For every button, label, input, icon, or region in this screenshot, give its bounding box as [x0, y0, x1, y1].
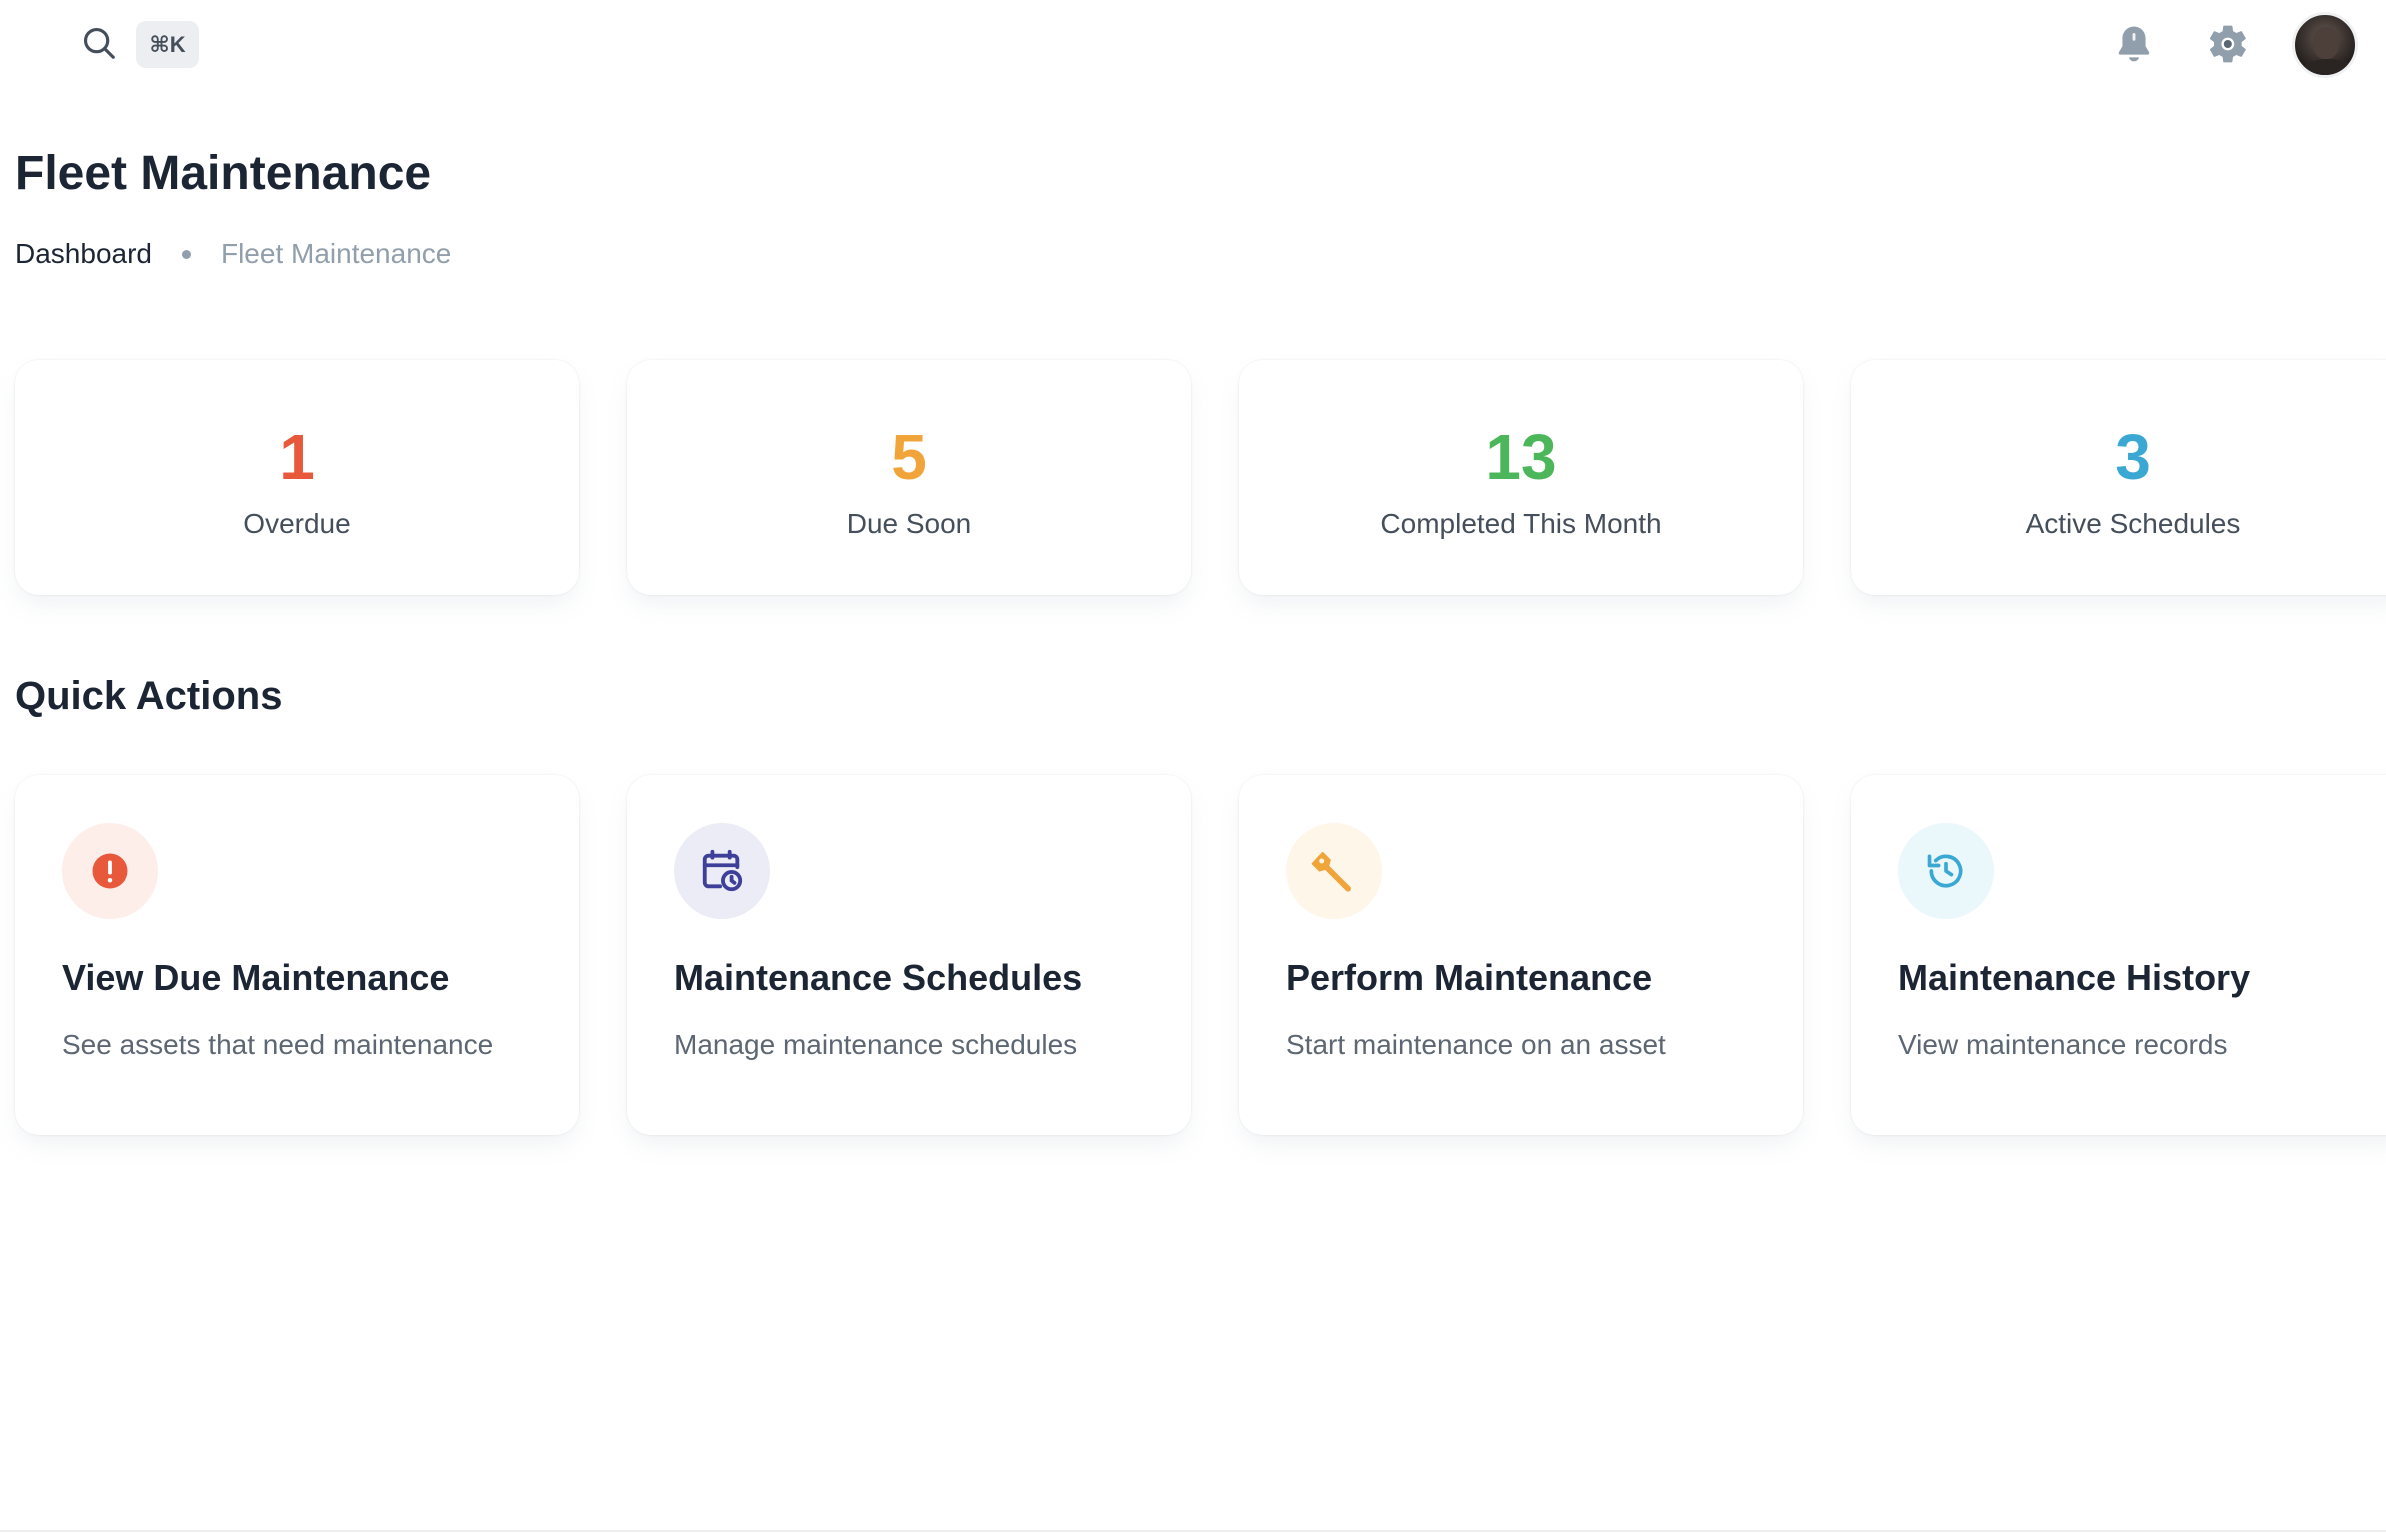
stat-label: Due Soon	[846, 508, 972, 539]
calendar-clock-icon	[702, 849, 743, 892]
stat-card-completed: 13 Completed This Month	[1239, 360, 1803, 595]
action-title: Perform Maintenance	[1286, 957, 1653, 998]
gear-icon[interactable]	[2206, 22, 2250, 66]
stat-label: Overdue	[243, 508, 351, 539]
stat-label: Active Schedules	[2025, 508, 2241, 539]
page-title: Fleet Maintenance	[15, 147, 432, 200]
section-title-quick-actions: Quick Actions	[15, 674, 283, 718]
stat-label: Completed This Month	[1380, 508, 1662, 539]
avatar-face	[2313, 27, 2339, 59]
action-card-maintenance-schedules[interactable]: Maintenance Schedules Manage maintenance…	[627, 775, 1191, 1135]
stat-card-active-schedules: 3 Active Schedules	[1851, 360, 2386, 595]
history-icon	[1927, 854, 1963, 888]
stat-value: 1	[279, 421, 315, 493]
action-icon-container	[1286, 823, 1382, 919]
search-icon[interactable]	[80, 24, 118, 62]
bell-icon[interactable]	[2112, 22, 2156, 66]
action-description: Manage maintenance schedules	[674, 1029, 1078, 1060]
search-shortcut-badge[interactable]: ⌘K	[136, 21, 199, 68]
breadcrumb-dashboard[interactable]: Dashboard	[15, 238, 152, 270]
action-description: Start maintenance on an asset	[1286, 1029, 1666, 1060]
action-title: View Due Maintenance	[62, 957, 450, 998]
action-icon-container	[62, 823, 158, 919]
breadcrumb: Dashboard Fleet Maintenance	[15, 238, 451, 270]
action-description: View maintenance records	[1898, 1029, 2228, 1060]
action-title: Maintenance Schedules	[674, 957, 1083, 998]
topbar: ⌘K	[0, 0, 2386, 90]
action-card-maintenance-history[interactable]: Maintenance History View maintenance rec…	[1851, 775, 2386, 1135]
action-title: Maintenance History	[1898, 957, 2251, 998]
stat-card-overdue: 1 Overdue	[15, 360, 579, 595]
breadcrumb-separator	[181, 249, 191, 259]
action-icon-container	[1898, 823, 1994, 919]
avatar[interactable]	[2292, 12, 2358, 78]
action-card-perform-maintenance[interactable]: Perform Maintenance Start maintenance on…	[1239, 775, 1803, 1135]
action-icon-container	[674, 823, 770, 919]
bottom-divider	[0, 1530, 2386, 1532]
action-description: See assets that need maintenance	[62, 1029, 494, 1060]
stat-value: 13	[1485, 421, 1557, 493]
breadcrumb-current: Fleet Maintenance	[220, 238, 452, 269]
action-card-view-due-maintenance[interactable]: View Due Maintenance See assets that nee…	[15, 775, 579, 1135]
alert-circle-icon	[92, 853, 128, 889]
wrench-icon	[1311, 851, 1351, 892]
app-root: ⌘K Fleet Maintenance Dashboard Fleet Mai…	[0, 0, 2386, 1540]
stat-card-due-soon: 5 Due Soon	[627, 360, 1191, 595]
avatar-shoulders	[2299, 59, 2355, 75]
stat-value: 5	[891, 421, 927, 493]
stat-value: 3	[2115, 421, 2151, 493]
